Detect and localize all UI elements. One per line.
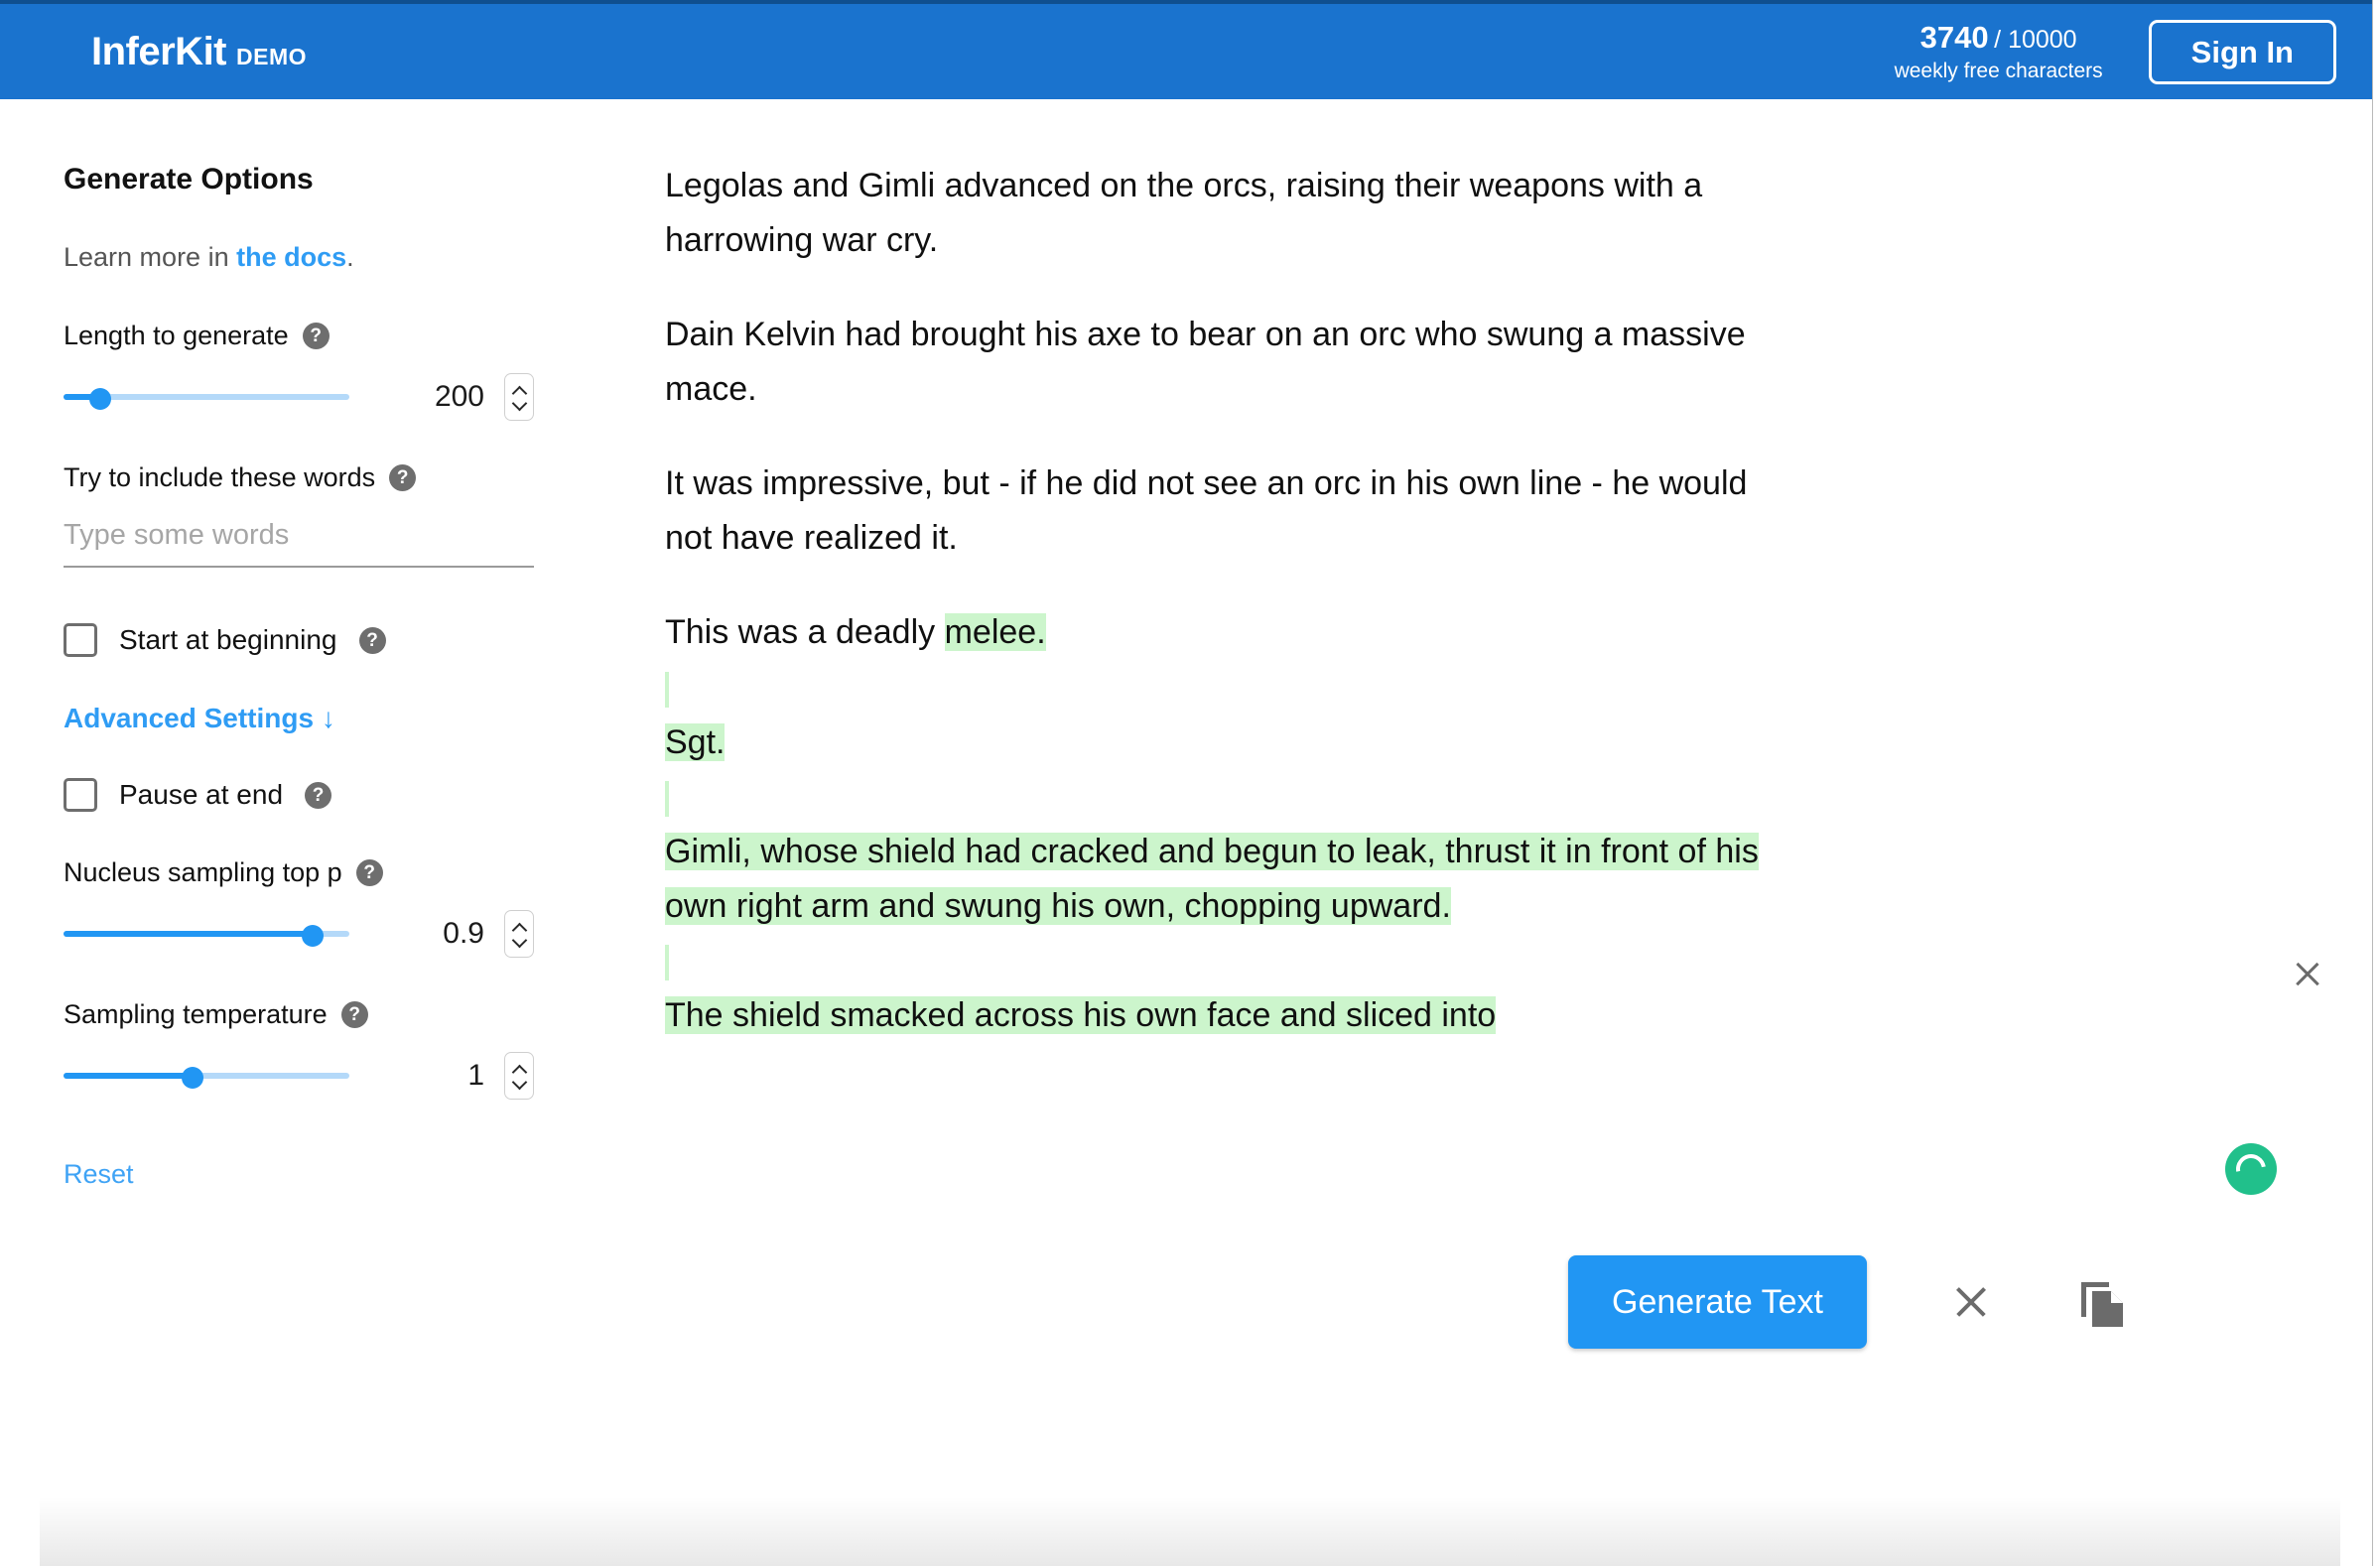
top-p-slider-row: 0.9	[64, 910, 534, 958]
help-icon[interactable]: ?	[305, 781, 332, 809]
length-stepper[interactable]	[504, 373, 534, 421]
chevron-down-icon[interactable]	[513, 1079, 526, 1087]
top-p-label-text: Nucleus sampling top p	[64, 857, 342, 887]
header-right: 3740 / 10000 weekly free characters Sign…	[1895, 19, 2336, 84]
highlight-blank-marker	[665, 671, 669, 708]
include-words-label: Try to include these words ?	[64, 462, 534, 493]
quota-display: 3740 / 10000 weekly free characters	[1895, 19, 2103, 84]
slider-fill	[64, 1073, 193, 1079]
help-icon[interactable]: ?	[302, 323, 330, 349]
spinner-arc	[2230, 1148, 2272, 1190]
sign-in-button[interactable]: Sign In	[2148, 19, 2336, 84]
paragraph: It was impressive, but - if he did not s…	[665, 464, 1748, 558]
chevron-down-icon[interactable]	[513, 937, 526, 945]
editor-area: Legolas and Gimli advanced on the orcs, …	[595, 99, 2372, 1566]
generated-highlight: Gimli, whose shield had cracked and begu…	[665, 832, 1759, 925]
quota-label: weekly free characters	[1894, 59, 2103, 82]
reset-link[interactable]: Reset	[64, 1159, 134, 1190]
top-p-stepper[interactable]	[504, 910, 534, 958]
length-slider-row: 200	[64, 373, 534, 421]
temperature-label: Sampling temperature ?	[64, 999, 534, 1030]
page-scrollbar[interactable]	[2372, 0, 2380, 1566]
help-icon[interactable]: ?	[389, 464, 417, 491]
quota-used: 3740	[1919, 20, 1989, 55]
include-words-input[interactable]	[64, 515, 534, 568]
learn-more-suffix: .	[346, 242, 354, 272]
slider-thumb[interactable]	[89, 388, 112, 410]
app-root: InferKit DEMO 3740 / 10000 weekly free c…	[0, 0, 2380, 1566]
start-at-beginning-row[interactable]: Start at beginning ?	[64, 623, 534, 657]
window-bottom-edge	[40, 1497, 2340, 1566]
top-p-slider[interactable]	[64, 919, 349, 949]
learn-more-prefix: Learn more in	[64, 242, 237, 272]
temperature-value: 1	[467, 1059, 484, 1092]
length-to-generate-label: Length to generate ?	[64, 321, 534, 351]
slider-thumb[interactable]	[181, 1067, 203, 1089]
paragraph: Legolas and Gimli advanced on the orcs, …	[665, 167, 1703, 260]
paragraph-with-highlight: Sgt.	[665, 716, 1767, 770]
temperature-slider-row: 1	[64, 1052, 534, 1100]
temperature-stepper[interactable]	[504, 1052, 534, 1100]
app-header: InferKit DEMO 3740 / 10000 weekly free c…	[0, 4, 2372, 99]
help-icon[interactable]: ?	[340, 1001, 368, 1028]
highlight-blank-marker	[665, 944, 669, 980]
pause-at-end-label: Pause at end	[119, 779, 284, 810]
generate-text-button[interactable]: Generate Text	[1568, 1255, 1867, 1349]
highlight-blank-marker	[665, 780, 669, 817]
brand-demo-tag: DEMO	[236, 43, 307, 69]
top-p-value: 0.9	[443, 917, 484, 950]
temperature-label-text: Sampling temperature	[64, 999, 328, 1029]
start-at-beginning-label: Start at beginning	[119, 624, 337, 655]
temperature-slider[interactable]	[64, 1061, 349, 1091]
top-p-label: Nucleus sampling top p ?	[64, 857, 534, 888]
chevron-up-icon[interactable]	[513, 1066, 526, 1074]
chevron-up-icon[interactable]	[513, 387, 526, 395]
highlight-blank-line	[665, 770, 1767, 825]
copy-icon[interactable]	[2075, 1276, 2127, 1328]
paragraph-with-highlight: The shield smacked across his own face a…	[665, 988, 1767, 1043]
paragraph-with-highlight: This was a deadly melee.	[665, 605, 1767, 660]
learn-more-text: Learn more in the docs.	[64, 242, 534, 273]
brand-logo[interactable]: InferKit DEMO	[91, 30, 307, 74]
quota-counts: 3740 / 10000	[1895, 19, 2103, 58]
chevron-down-icon[interactable]	[513, 400, 526, 408]
help-icon[interactable]: ?	[355, 859, 383, 886]
app-body: Generate Options Learn more in the docs.…	[0, 99, 2372, 1566]
page-title: Generate Options	[64, 163, 314, 196]
dismiss-suggestion-icon[interactable]	[2288, 955, 2327, 994]
chevron-up-icon[interactable]	[513, 924, 526, 932]
slider-fill	[64, 931, 313, 937]
advanced-settings-toggle[interactable]: Advanced Settings ↓	[64, 703, 335, 734]
pause-at-end-checkbox[interactable]	[64, 778, 97, 812]
slider-thumb[interactable]	[301, 925, 324, 947]
generated-highlight: Sgt.	[665, 722, 726, 761]
start-at-beginning-checkbox[interactable]	[64, 623, 97, 657]
docs-link[interactable]: the docs	[236, 242, 346, 272]
paragraph-with-highlight: Gimli, whose shield had cracked and begu…	[665, 825, 1767, 934]
generated-highlight: melee.	[944, 613, 1046, 652]
pause-at-end-row[interactable]: Pause at end ?	[64, 778, 534, 812]
generated-highlight: The shield smacked across his own face a…	[665, 996, 1497, 1035]
paragraph-plain-text: This was a deadly	[665, 613, 945, 652]
loading-spinner-icon	[2225, 1143, 2277, 1195]
highlight-blank-line	[665, 661, 1767, 716]
close-icon[interactable]	[1948, 1279, 1994, 1325]
include-words-label-text: Try to include these words	[64, 462, 376, 492]
length-value: 200	[434, 380, 484, 413]
paragraph: Dain Kelvin had brought his axe to bear …	[665, 316, 1746, 409]
brand-name: InferKit	[91, 29, 227, 73]
length-label-text: Length to generate	[64, 321, 289, 350]
generate-options-panel: Generate Options Learn more in the docs.…	[0, 99, 595, 1566]
generated-text-editor[interactable]: Legolas and Gimli advanced on the orcs, …	[665, 159, 1767, 1043]
quota-total: / 10000	[1994, 26, 2077, 54]
length-slider[interactable]	[64, 382, 349, 412]
highlight-blank-line	[665, 934, 1767, 988]
editor-action-bar: Generate Text	[1568, 1255, 2127, 1349]
help-icon[interactable]: ?	[358, 626, 386, 654]
